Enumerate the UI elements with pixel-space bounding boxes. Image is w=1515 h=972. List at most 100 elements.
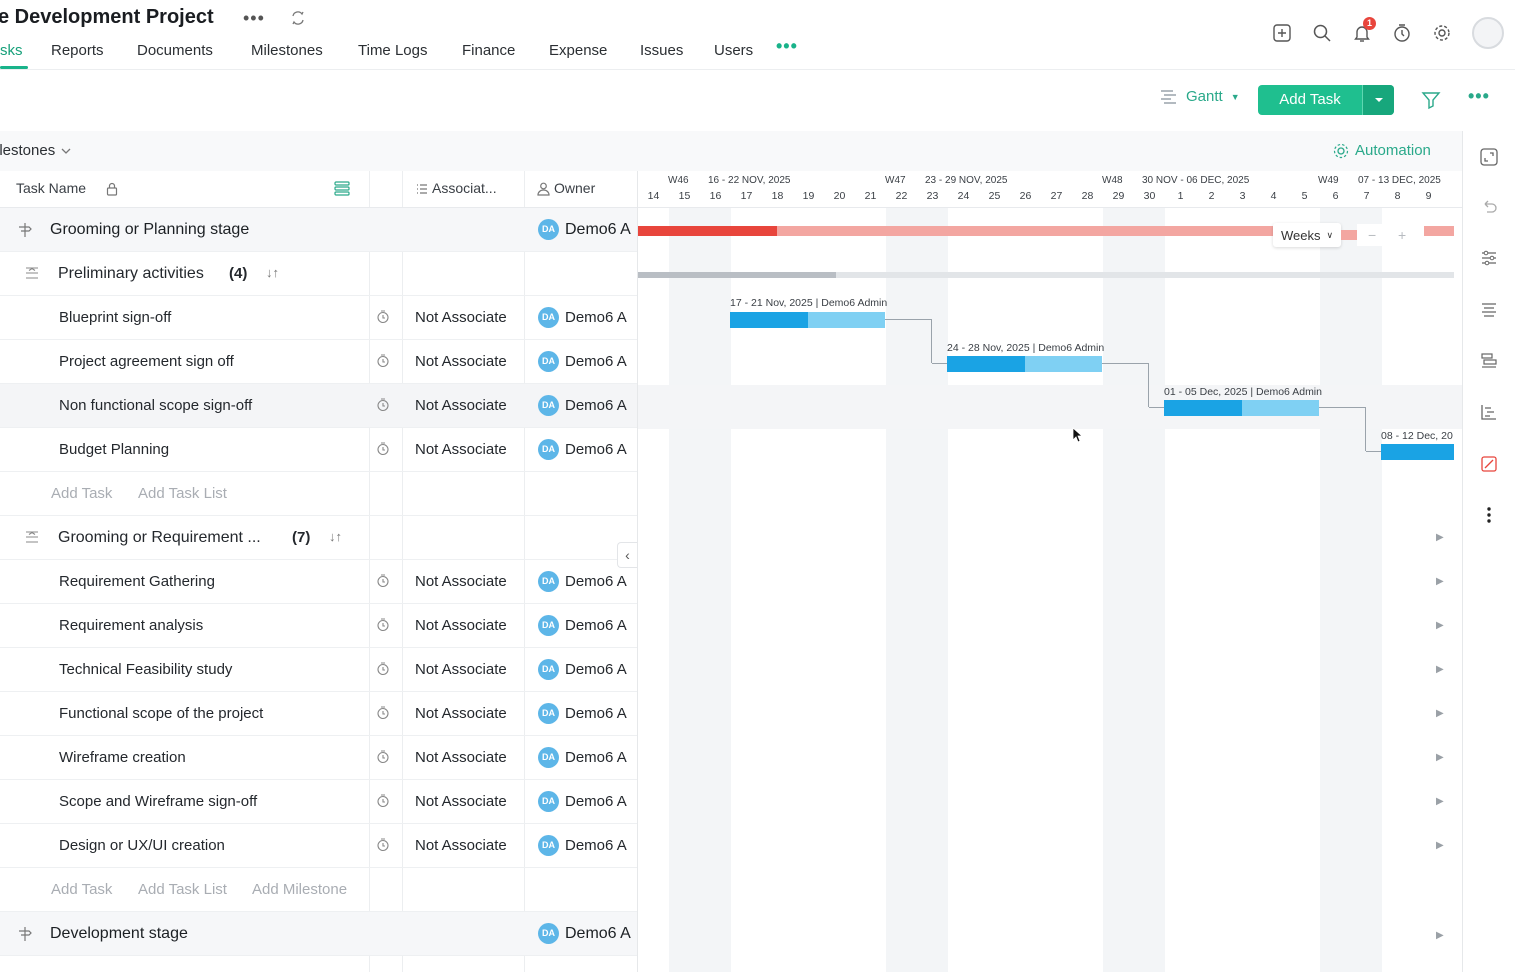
scroll-to-bar-icon[interactable]: ▶ [1436, 708, 1444, 719]
scroll-to-bar-icon[interactable]: ▶ [1436, 532, 1444, 543]
tasklist-progress-bar[interactable] [638, 272, 836, 278]
tab-milestones[interactable]: Milestones [251, 42, 323, 59]
timer-icon[interactable] [376, 442, 390, 456]
task-row[interactable]: Project agreement sign off Not Associate… [0, 340, 637, 384]
user-avatar[interactable] [1472, 17, 1504, 49]
task-name[interactable]: Technical Feasibility study [59, 661, 232, 678]
add-task-list-link[interactable]: Add Task List [138, 485, 227, 502]
tasklist-remaining-bar[interactable] [836, 272, 1454, 278]
undo-icon[interactable] [1479, 198, 1499, 218]
sort-icon[interactable]: ↓↑ [266, 265, 279, 280]
add-icon[interactable] [1271, 22, 1293, 44]
tasklist-name[interactable]: Grooming or Requirement ... [58, 529, 261, 547]
timer-icon[interactable] [376, 706, 390, 720]
tasklist-collapse-icon[interactable] [25, 531, 39, 543]
timer-icon[interactable] [376, 794, 390, 808]
sync-icon[interactable] [290, 10, 306, 26]
more-vertical-icon[interactable] [1479, 505, 1499, 525]
task-row[interactable]: Scope and Wireframe sign-off Not Associa… [0, 780, 637, 824]
column-settings-icon[interactable] [334, 180, 350, 196]
sort-icon[interactable]: ↓↑ [329, 529, 342, 544]
task-name[interactable]: Scope and Wireframe sign-off [59, 793, 257, 810]
filter-icon[interactable] [1421, 90, 1441, 110]
milestone-name[interactable]: Grooming or Planning stage [50, 221, 249, 239]
timer-icon[interactable] [376, 750, 390, 764]
view-switcher[interactable]: Gantt ▼ [1160, 88, 1240, 105]
tasklist-name[interactable]: Preliminary activities [58, 265, 204, 283]
add-task-list-link[interactable]: Add Task List [138, 881, 227, 898]
milestone-row[interactable]: Development stage DA Demo6 A [0, 912, 637, 956]
scroll-to-bar-icon[interactable]: ▶ [1436, 840, 1444, 851]
zoom-in-button[interactable]: + [1387, 224, 1418, 246]
scroll-to-bar-icon[interactable]: ▶ [1436, 576, 1444, 587]
tab-time-logs[interactable]: Time Logs [358, 42, 427, 59]
timer-icon[interactable] [376, 398, 390, 412]
milestone-name[interactable]: Development stage [50, 925, 188, 943]
scroll-to-bar-icon[interactable]: ▶ [1436, 664, 1444, 675]
tab-reports[interactable]: Reports [51, 42, 104, 59]
milestone-progress-bar[interactable] [638, 226, 777, 236]
tab-issues[interactable]: Issues [640, 42, 683, 59]
timer-icon[interactable] [1391, 22, 1413, 44]
search-icon[interactable] [1311, 22, 1333, 44]
add-task-link[interactable]: Add Task [51, 881, 112, 898]
task-name[interactable]: Budget Planning [59, 441, 169, 458]
automation-button[interactable]: Automation [1333, 142, 1431, 159]
task-bar[interactable] [1381, 444, 1454, 460]
fullscreen-icon[interactable] [1479, 147, 1499, 167]
timer-icon[interactable] [376, 574, 390, 588]
milestone-remaining-bar[interactable] [777, 226, 1274, 236]
tab-expense[interactable]: Expense [549, 42, 607, 59]
tasklist-row[interactable]: Preliminary activities (4) ↓↑ [0, 252, 637, 296]
timer-icon[interactable] [376, 662, 390, 676]
timer-icon[interactable] [376, 310, 390, 324]
milestone-row[interactable]: Grooming or Planning stage DA Demo6 A [0, 208, 637, 252]
add-task-link[interactable]: Add Task [51, 485, 112, 502]
settings-gear-icon[interactable] [1431, 22, 1453, 44]
add-task-button[interactable]: Add Task [1258, 85, 1394, 115]
task-name[interactable]: Blueprint sign-off [59, 309, 171, 326]
task-bar[interactable] [730, 312, 885, 328]
task-row[interactable]: Non functional scope sign-off Not Associ… [0, 384, 637, 428]
tab-documents[interactable]: Documents [137, 42, 213, 59]
tabs-more-icon[interactable]: ••• [776, 36, 798, 57]
zoom-scale-dropdown[interactable]: Weeks ∨ [1273, 223, 1342, 247]
task-name[interactable]: Wireframe creation [59, 749, 186, 766]
task-row[interactable]: Design or UX/UI creation Not Associate D… [0, 824, 637, 868]
add-milestone-link[interactable]: Add Milestone [252, 881, 347, 898]
scroll-to-bar-icon[interactable]: ▶ [1436, 752, 1444, 763]
task-row[interactable]: Requirement analysis Not Associate DA De… [0, 604, 637, 648]
tasklist-row[interactable]: Grooming or Requirement ... (7) ↓↑ [0, 516, 637, 560]
task-name[interactable]: Design or UX/UI creation [59, 837, 225, 854]
zoom-out-button[interactable]: − [1357, 224, 1388, 246]
column-owner[interactable]: Owner [554, 180, 595, 196]
lock-icon[interactable] [106, 182, 118, 196]
task-row[interactable]: Requirement Gathering Not Associate DA D… [0, 560, 637, 604]
timer-icon[interactable] [376, 618, 390, 632]
task-row[interactable]: Functional scope of the project Not Asso… [0, 692, 637, 736]
task-bar[interactable] [947, 356, 1102, 372]
tab-finance[interactable]: Finance [462, 42, 515, 59]
task-bar[interactable] [1164, 400, 1319, 416]
column-task-name[interactable]: Task Name [16, 180, 86, 196]
critical-path-icon[interactable] [1479, 454, 1499, 474]
timer-icon[interactable] [376, 838, 390, 852]
project-more-icon[interactable]: ••• [243, 8, 265, 29]
tab-tasks[interactable]: sks [0, 42, 23, 59]
align-icon[interactable] [1479, 300, 1499, 320]
baseline-chart-icon[interactable] [1479, 402, 1499, 422]
task-name[interactable]: Functional scope of the project [59, 705, 263, 722]
task-row[interactable]: Wireframe creation Not Associate DA Demo… [0, 736, 637, 780]
task-name[interactable]: Project agreement sign off [59, 353, 234, 370]
scroll-to-bar-icon[interactable]: ▶ [1436, 620, 1444, 631]
timer-icon[interactable] [376, 354, 390, 368]
layout-icon[interactable] [1479, 351, 1499, 371]
task-name[interactable]: Requirement Gathering [59, 573, 215, 590]
scroll-to-bar-icon[interactable]: ▶ [1436, 796, 1444, 807]
task-name[interactable]: Non functional scope sign-off [59, 397, 252, 414]
task-name[interactable]: Requirement analysis [59, 617, 203, 634]
toolbar-more-icon[interactable]: ••• [1468, 86, 1490, 107]
adjust-settings-icon[interactable] [1479, 248, 1499, 268]
task-row[interactable]: Blueprint sign-off Not Associate DA Demo… [0, 296, 637, 340]
milestones-dropdown[interactable]: ilestones [0, 142, 71, 159]
